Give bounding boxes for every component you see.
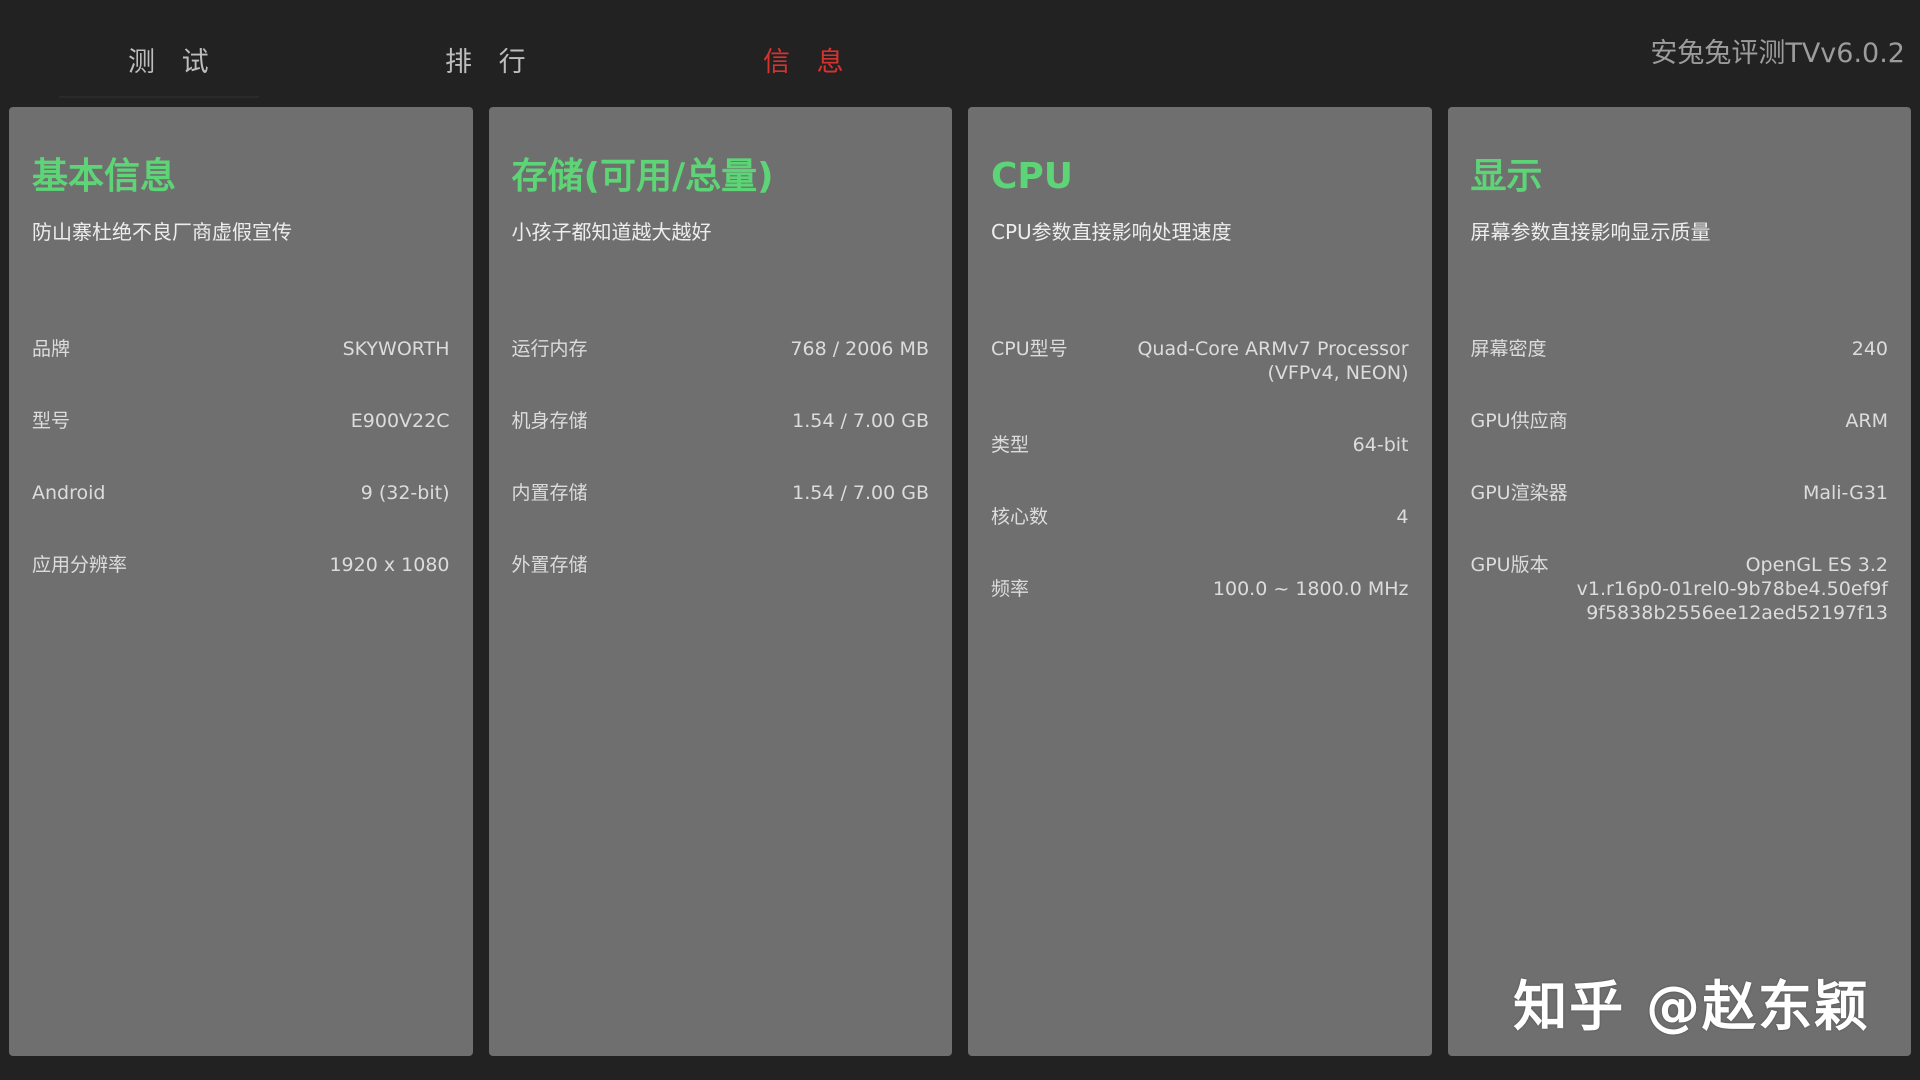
tab-ranking[interactable]: 排 行 — [445, 40, 535, 79]
card-subtitle: 屏幕参数直接影响显示质量 — [1470, 220, 1711, 244]
card-title: 存储(可用/总量) — [511, 156, 774, 197]
row-value: 9 (32-bit) — [360, 482, 450, 504]
info-cards: 基本信息 防山寨杜绝不良厂商虚假宣传 品牌 SKYWORTH 型号 E900V2… — [9, 107, 1911, 1056]
app-version-label: 安兔兔评测TVv6.0.2 — [1650, 38, 1905, 69]
row-value: 4 — [1396, 506, 1409, 528]
info-rows: CPU型号 Quad-Core ARMv7 Processor (VFPv4, … — [991, 337, 1409, 601]
info-row-cpu-cores: 核心数 4 — [991, 505, 1409, 529]
row-value: 1920 x 1080 — [329, 554, 450, 576]
row-label: 核心数 — [991, 506, 1049, 528]
top-bar: 测 试 排 行 信 息 安兔兔评测TVv6.0.2 — [0, 0, 1920, 104]
card-storage[interactable]: 存储(可用/总量) 小孩子都知道越大越好 运行内存 768 / 2006 MB … — [488, 107, 952, 1056]
tab-test[interactable]: 测 试 — [128, 40, 218, 79]
card-title: CPU — [991, 156, 1074, 197]
tab-info[interactable]: 信 息 — [763, 40, 853, 79]
info-row-external-storage: 外置存储 — [512, 553, 930, 577]
row-label: Android — [32, 482, 106, 504]
row-label: 型号 — [32, 410, 71, 432]
info-row-screen-density: 屏幕密度 240 — [1471, 337, 1889, 361]
info-row-cpu-type: 类型 64-bit — [991, 433, 1409, 457]
info-row-gpu-vendor: GPU供应商 ARM — [1471, 409, 1889, 433]
row-value: 240 — [1851, 338, 1888, 360]
card-cpu[interactable]: CPU CPU参数直接影响处理速度 CPU型号 Quad-Core ARMv7 … — [968, 107, 1432, 1056]
row-label: 外置存储 — [511, 554, 588, 576]
row-label: GPU渲染器 — [1470, 482, 1568, 504]
info-row-gpu-version: GPU版本 OpenGL ES 3.2 v1.r16p0-01rel0-9b78… — [1471, 553, 1889, 625]
card-display[interactable]: 显示 屏幕参数直接影响显示质量 屏幕密度 240 GPU供应商 ARM GPU渲… — [1447, 107, 1911, 1056]
info-row-ram: 运行内存 768 / 2006 MB — [512, 337, 930, 361]
card-subtitle: 防山寨杜绝不良厂商虚假宣传 — [32, 220, 292, 244]
row-value: 1.54 / 7.00 GB — [792, 410, 929, 432]
card-basic-info[interactable]: 基本信息 防山寨杜绝不良厂商虚假宣传 品牌 SKYWORTH 型号 E900V2… — [9, 107, 473, 1056]
card-title: 基本信息 — [32, 156, 177, 197]
row-label: 运行内存 — [511, 338, 588, 360]
row-value: 1.54 / 7.00 GB — [792, 482, 929, 504]
row-label: GPU供应商 — [1470, 410, 1568, 432]
card-subtitle: 小孩子都知道越大越好 — [511, 220, 712, 244]
tab-underline — [59, 96, 259, 98]
row-value: Mali-G31 — [1802, 482, 1888, 504]
info-row-device-storage: 机身存储 1.54 / 7.00 GB — [512, 409, 930, 433]
row-value: 768 / 2006 MB — [790, 338, 929, 360]
row-value: SKYWORTH — [342, 338, 450, 360]
row-value: ARM — [1845, 410, 1888, 432]
info-row-model: 型号 E900V22C — [32, 409, 450, 433]
info-row-resolution: 应用分辨率 1920 x 1080 — [32, 553, 450, 577]
info-rows: 屏幕密度 240 GPU供应商 ARM GPU渲染器 Mali-G31 GPU版… — [1471, 337, 1889, 625]
info-row-cpu-model: CPU型号 Quad-Core ARMv7 Processor (VFPv4, … — [991, 337, 1409, 385]
row-label: 屏幕密度 — [1470, 338, 1547, 360]
row-label: 频率 — [991, 578, 1030, 600]
row-label: 机身存储 — [511, 410, 588, 432]
row-value: 100.0 ~ 1800.0 MHz — [1212, 578, 1409, 600]
info-rows: 运行内存 768 / 2006 MB 机身存储 1.54 / 7.00 GB 内… — [512, 337, 930, 577]
row-label: 内置存储 — [511, 482, 588, 504]
info-row-internal-storage: 内置存储 1.54 / 7.00 GB — [512, 481, 930, 505]
info-rows: 品牌 SKYWORTH 型号 E900V22C Android 9 (32-bi… — [32, 337, 450, 577]
card-title: 显示 — [1470, 156, 1543, 197]
info-row-android: Android 9 (32-bit) — [32, 481, 450, 505]
row-label: GPU版本 — [1470, 554, 1549, 576]
row-value: E900V22C — [350, 410, 450, 432]
row-value: Quad-Core ARMv7 Processor (VFPv4, NEON) — [1137, 338, 1409, 384]
info-row-brand: 品牌 SKYWORTH — [32, 337, 450, 361]
row-label: 品牌 — [32, 338, 71, 360]
row-label: CPU型号 — [991, 338, 1068, 360]
row-value: 64-bit — [1352, 434, 1409, 456]
info-row-cpu-frequency: 频率 100.0 ~ 1800.0 MHz — [991, 577, 1409, 601]
info-row-gpu-renderer: GPU渲染器 Mali-G31 — [1471, 481, 1889, 505]
card-subtitle: CPU参数直接影响处理速度 — [991, 220, 1232, 244]
row-label: 应用分辨率 — [32, 554, 128, 576]
row-label: 类型 — [991, 434, 1030, 456]
row-value: OpenGL ES 3.2 v1.r16p0-01rel0-9b78be4.50… — [1576, 554, 1888, 624]
zhihu-watermark: 知乎 @赵东颖 — [1513, 975, 1870, 1038]
